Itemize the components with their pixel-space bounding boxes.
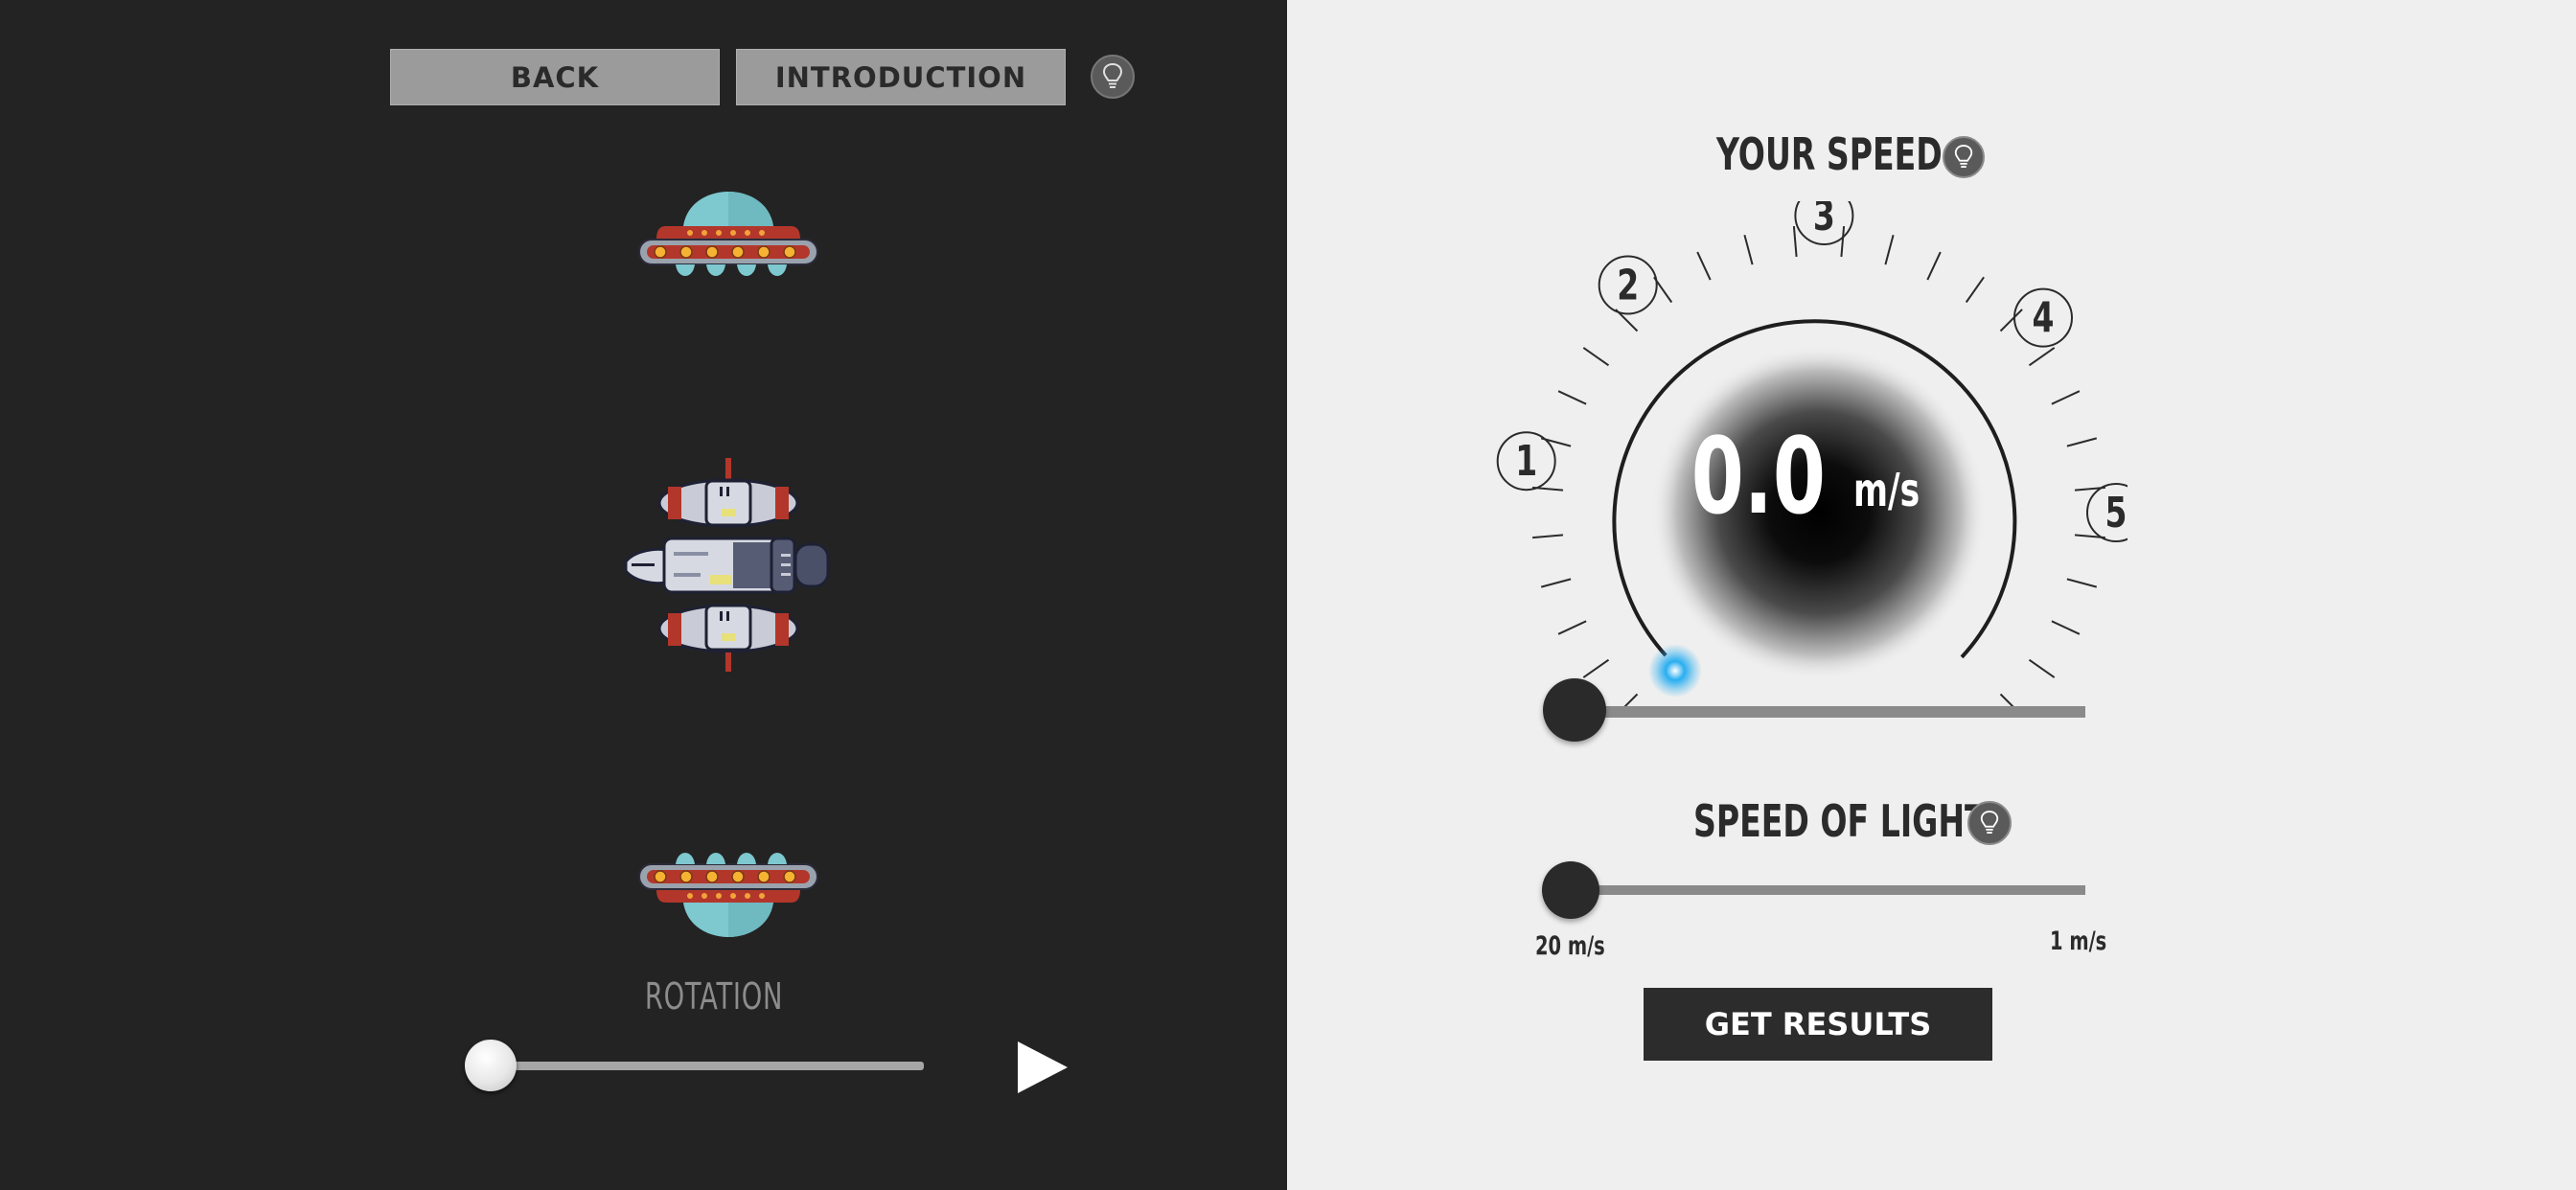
gauge-tick	[1743, 234, 1754, 265]
gauge-tick	[1582, 347, 1610, 367]
speed-unit: m/s	[1853, 463, 1920, 516]
spaceship-center	[624, 458, 830, 672]
gauge-tick	[1532, 534, 1564, 539]
svg-text:1: 1	[1515, 438, 1537, 487]
speed-slider-thumb[interactable]	[1543, 678, 1606, 742]
speed-marker-4: 4	[2013, 287, 2073, 348]
gauge-tick	[1582, 658, 1610, 678]
gauge-tick	[2066, 437, 2098, 447]
speed-of-light-slider-track[interactable]	[1572, 885, 2085, 895]
lightbulb-icon	[1954, 145, 1973, 168]
rotation-label: ROTATION	[644, 975, 784, 1018]
play-button[interactable]	[1014, 1040, 1070, 1095]
gauge-tick	[1557, 620, 1587, 635]
gauge-tick	[2066, 578, 2098, 588]
svg-text:2: 2	[1617, 262, 1639, 310]
speed-marker-2: 2	[1598, 255, 1658, 315]
gauge-tick	[1884, 234, 1895, 265]
rotation-slider-thumb[interactable]	[465, 1040, 517, 1091]
gauge-tick	[1926, 251, 1942, 281]
your-speed-title: YOUR SPEED	[1716, 128, 1943, 180]
gauge-tick	[1557, 390, 1587, 405]
speed-of-light-slider-thumb[interactable]	[1542, 861, 1599, 919]
speed-marker-5: 5	[2086, 483, 2128, 542]
gauge-tick	[1965, 276, 1985, 304]
gauge-tick	[1999, 309, 2023, 332]
svg-text:3: 3	[1813, 201, 1835, 240]
speed-marker-1: 1	[1496, 431, 1556, 492]
rotation-slider-track[interactable]	[491, 1062, 924, 1070]
gauge-tick	[1840, 226, 1846, 258]
back-button[interactable]: BACK	[390, 49, 720, 105]
speed-of-light-title: SPEED OF LIGHT	[1693, 795, 1987, 847]
gauge-tick	[1540, 578, 1572, 588]
speed-of-light-max-label: 1 m/s	[2049, 927, 2106, 956]
speed-marker-3: 3	[1794, 201, 1854, 245]
gauge-tick	[2051, 390, 2081, 405]
gauge-tick	[2051, 620, 2081, 635]
intro-hint-button[interactable]	[1091, 55, 1135, 99]
lightbulb-icon	[1102, 62, 1123, 88]
get-results-button[interactable]: GET RESULTS	[1644, 988, 1992, 1061]
speed-slider-track[interactable]	[1575, 706, 2085, 718]
speed-of-light-min-label: 20 m/s	[1535, 931, 1605, 961]
play-icon	[1018, 1041, 1068, 1093]
speed-value: 0.0	[1691, 415, 1826, 538]
svg-text:5: 5	[2105, 489, 2128, 538]
gauge-tick	[1696, 251, 1712, 281]
speed-indicator	[1648, 644, 1702, 698]
ufo-bottom	[638, 853, 818, 937]
gauge-tick	[2028, 658, 2056, 678]
gauge-tick	[2028, 347, 2056, 367]
introduction-button[interactable]: INTRODUCTION	[736, 49, 1066, 105]
lightbulb-icon	[1980, 811, 1999, 834]
svg-text:4: 4	[2033, 294, 2055, 343]
light-hint-button[interactable]	[1967, 801, 2012, 845]
ufo-top	[638, 192, 818, 276]
gauge-tick	[1792, 226, 1798, 258]
speed-hint-button[interactable]	[1943, 136, 1985, 178]
